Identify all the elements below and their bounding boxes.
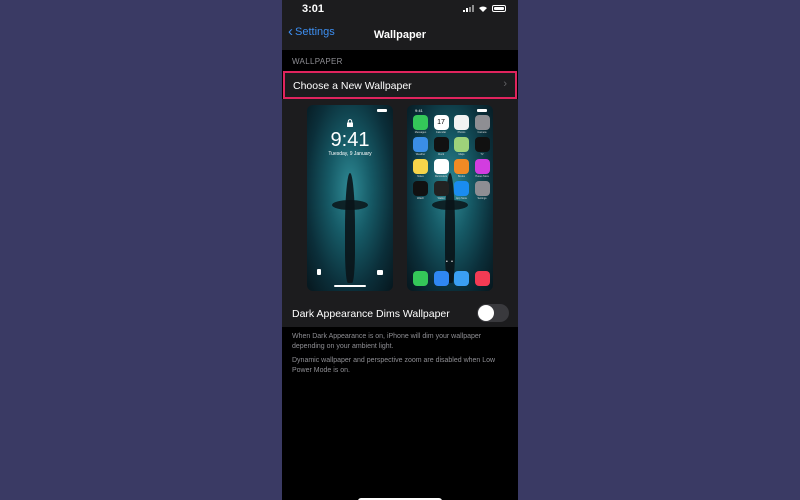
lock-screen-date: Tuesday, 9 January: [328, 151, 372, 157]
app-label: Photos: [457, 131, 466, 134]
wallpaper-previews: 9:41 Tuesday, 9 January 9:41 Messages 17 C…: [282, 99, 518, 299]
app-icon-books: Books: [454, 159, 469, 178]
lock-screen-time: 9:41: [330, 129, 370, 151]
app-icon-app-store: App Store: [454, 181, 469, 200]
status-bar: 3:01: [282, 0, 518, 18]
dock-icon-music: [474, 271, 490, 286]
footnote-low-power: Dynamic wallpaper and perspective zoom a…: [292, 357, 496, 374]
app-icon-tv: TV: [474, 137, 490, 156]
camera-icon: [377, 270, 383, 275]
chevron-right-icon: ›: [503, 78, 507, 90]
calendar-date: 17: [437, 119, 445, 126]
mini-time: 9:41: [415, 108, 423, 113]
wifi-icon: [479, 6, 487, 12]
choose-wallpaper-label: Choose a New Wallpaper: [293, 80, 412, 92]
app-label: Reminders: [434, 175, 448, 178]
dark-appearance-dims-row: Dark Appearance Dims Wallpaper: [282, 299, 518, 327]
lock-screen-preview[interactable]: 9:41 Tuesday, 9 January: [307, 105, 393, 291]
dark-appearance-toggle[interactable]: [477, 304, 509, 322]
app-label: Watch: [417, 197, 424, 200]
app-label: Settings: [477, 197, 487, 200]
app-label: Notes: [417, 175, 424, 178]
app-label: Weather: [415, 153, 426, 156]
phone-screen: 3:01 ‹ Settings Wallpaper WALLPAPER Choo…: [282, 0, 518, 500]
dock: [413, 271, 490, 286]
app-icon-maps: Maps: [454, 137, 469, 156]
app-icon-wallet: Wallet: [433, 181, 449, 200]
app-icon-camera: Camera: [474, 115, 490, 134]
footnote-dark-appearance: When Dark Appearance is on, iPhone will …: [292, 333, 482, 350]
app-label: Wallet: [437, 197, 445, 200]
app-icon-settings: Settings: [474, 181, 490, 200]
mini-status-icons: [377, 109, 387, 112]
app-icon-watch: Watch: [413, 181, 428, 200]
app-icon-clock: Clock: [433, 137, 449, 156]
home-screen-preview[interactable]: 9:41 Messages 17 Calendar Photos Camera Weath…: [407, 105, 493, 291]
app-icon-notes: Notes: [413, 159, 428, 178]
dock-icon-phone: [413, 271, 428, 286]
whale-shark-image: [345, 173, 355, 283]
app-label: iTunes Store: [474, 175, 490, 178]
status-time: 3:01: [302, 3, 325, 15]
app-label: Books: [458, 175, 465, 178]
battery-icon: [492, 5, 506, 12]
app-label: Calendar: [435, 131, 447, 134]
toggle-label: Dark Appearance Dims Wallpaper: [292, 308, 450, 320]
app-label: App Store: [455, 197, 468, 200]
app-icon-photos: Photos: [454, 115, 469, 134]
mini-home-indicator: [334, 285, 366, 287]
app-label: Camera: [477, 131, 487, 134]
toggle-knob: [478, 305, 494, 321]
nav-bar: ‹ Settings Wallpaper: [282, 18, 518, 50]
app-icon-weather: Weather: [413, 137, 428, 156]
section-header: WALLPAPER: [292, 57, 343, 66]
app-icon-reminders: Reminders: [433, 159, 449, 178]
app-label: Maps: [458, 153, 465, 156]
page-title: Wallpaper: [373, 29, 427, 41]
app-grid: Messages 17 Calendar Photos Camera Weather Clo…: [413, 115, 490, 200]
page-dots: • •: [446, 259, 454, 265]
app-label: Clock: [437, 153, 445, 156]
mini-status-icons: [477, 109, 487, 112]
app-icon-calendar: 17 Calendar: [433, 115, 449, 134]
choose-new-wallpaper-row[interactable]: Choose a New Wallpaper ›: [283, 71, 517, 99]
app-icon-itunes-store: iTunes Store: [474, 159, 490, 178]
signal-icon: [463, 5, 474, 12]
flashlight-icon: [317, 269, 321, 275]
dock-icon-mail: [433, 271, 449, 286]
dock-icon-safari: [454, 271, 469, 286]
app-label: Messages: [414, 131, 427, 134]
app-label: TV: [480, 153, 484, 156]
lock-icon: [347, 119, 353, 127]
app-icon-messages: Messages: [413, 115, 428, 134]
